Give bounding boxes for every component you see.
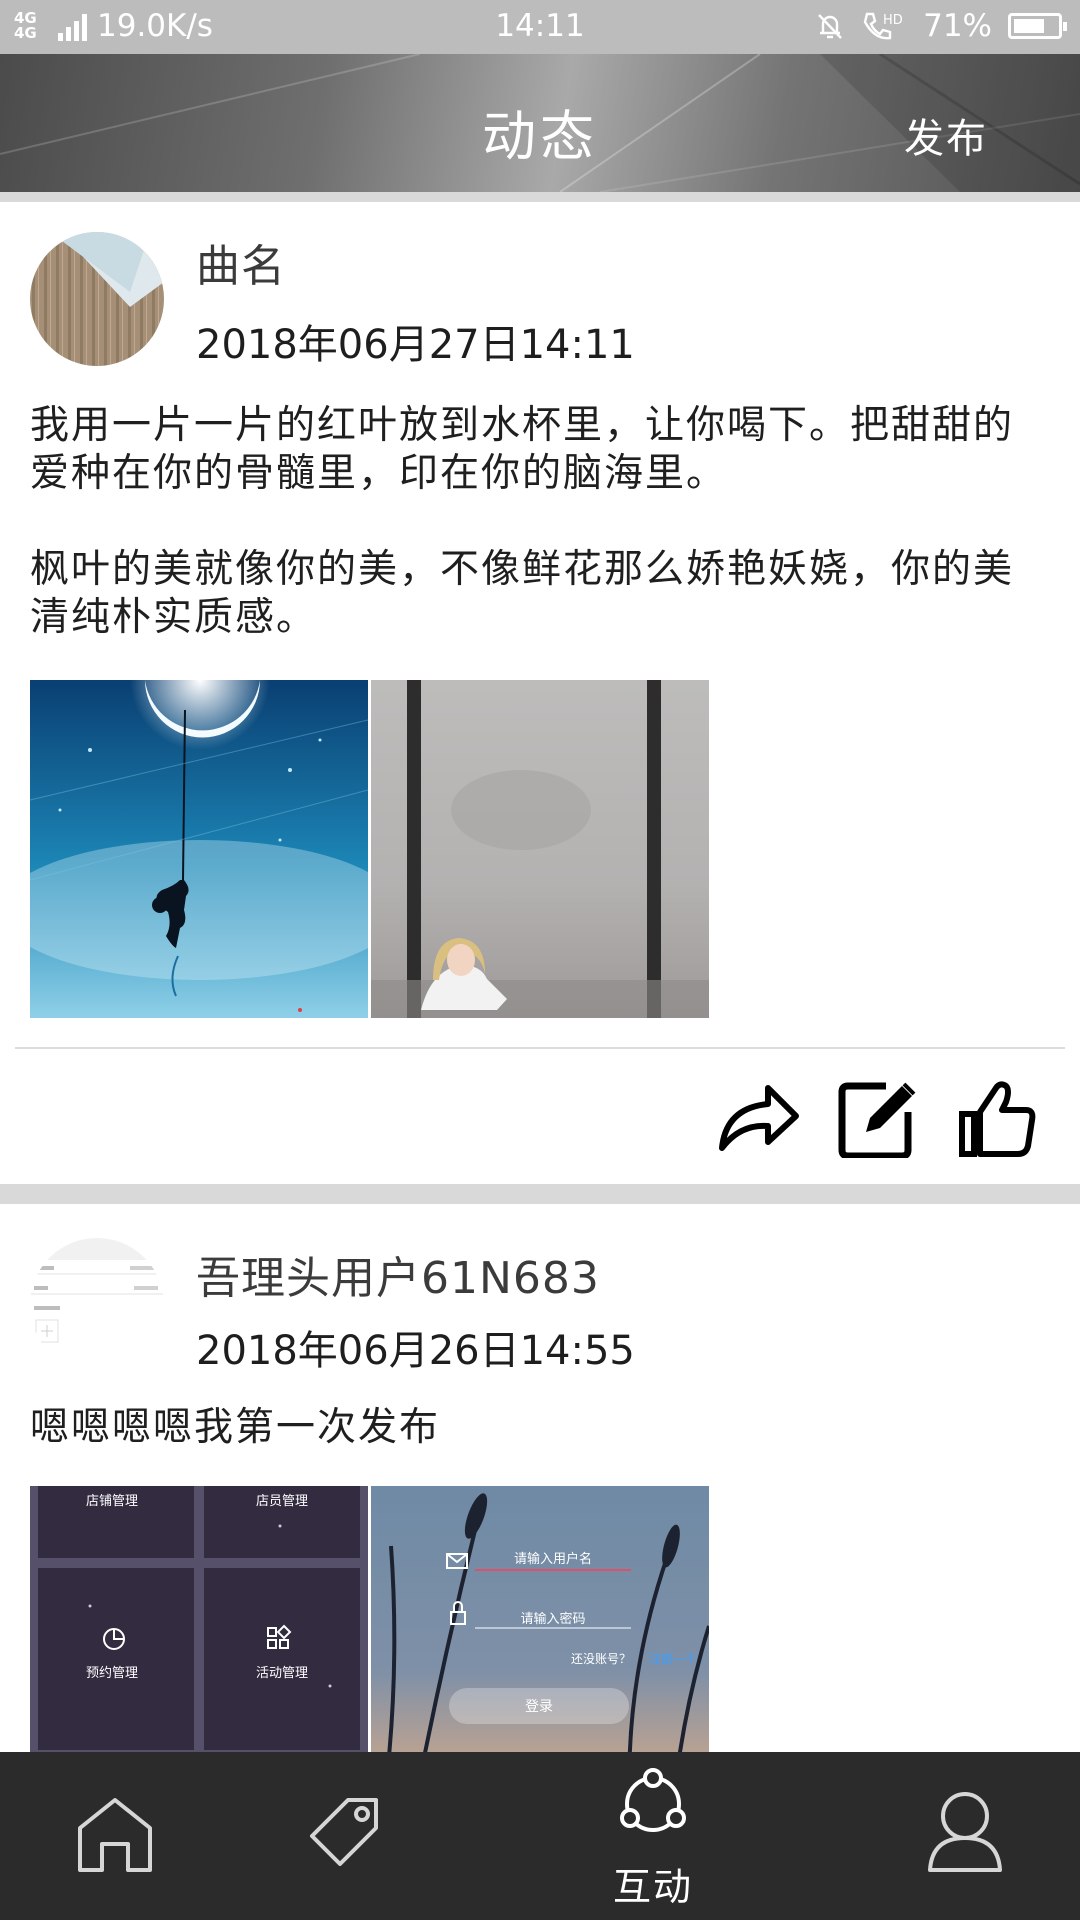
- post-paragraph: 我用一片一片的红叶放到水杯里，让你喝下。把甜甜的: [30, 403, 1015, 448]
- post-date: 2018年06月27日14:11: [196, 322, 635, 368]
- login-button-label: 登录: [525, 1699, 553, 1715]
- section-divider: [0, 192, 1080, 202]
- login-no-account: 还没账号？: [571, 1652, 632, 1666]
- post-divider: [15, 1047, 1065, 1049]
- post-paragraph: 清纯朴实质感。: [30, 595, 318, 640]
- tab-interaction[interactable]: 互动: [578, 1752, 728, 1920]
- share-icon: [719, 1085, 799, 1151]
- dashboard-tile-label: 预约管理: [85, 1666, 138, 1681]
- battery-fill: [1014, 19, 1044, 33]
- battery-icon: [1008, 13, 1067, 39]
- section-divider: [0, 1184, 1080, 1204]
- hd-call-icon: HD: [863, 12, 903, 40]
- post-text: 嗯嗯嗯嗯我第一次发布: [30, 1404, 1050, 1452]
- post-date: 2018年06月26日14:55: [196, 1328, 635, 1374]
- bottom-nav: 互动: [0, 1752, 1080, 1920]
- bell-muted-icon: [818, 14, 842, 39]
- tab-home[interactable]: [40, 1752, 190, 1920]
- status-bar: 4G 4G 19.0K/s 14:11 HD 71%: [0, 0, 1080, 54]
- avatar[interactable]: [30, 232, 164, 366]
- login-username-placeholder: 请输入用户名: [513, 1552, 592, 1567]
- user-icon: [928, 1792, 1002, 1872]
- app-screen: 4G 4G 19.0K/s 14:11 HD 71% 动态 发布 曲名 2018…: [0, 0, 1080, 1920]
- dashboard-tile-label: 活动管理: [255, 1666, 308, 1681]
- post-card: 曲名 2018年06月27日14:11 我用一片一片的红叶放到水杯里，让你喝下。…: [0, 202, 1080, 1184]
- post-text: 我用一片一片的红叶放到水杯里，让你喝下。把甜甜的 爱种在你的骨髓里，印在你的脑海…: [30, 402, 1050, 642]
- post-author[interactable]: 曲名: [196, 230, 286, 294]
- post-photo-moon-swing[interactable]: [30, 680, 368, 1018]
- post-paragraph: [30, 498, 1050, 546]
- post-card: 吾理头用户61N683 2018年06月26日14:55 嗯嗯嗯嗯我第一次发布: [0, 1204, 1080, 1752]
- post-paragraph: 爱种在你的骨髓里，印在你的脑海里。: [30, 451, 728, 496]
- home-icon: [78, 1798, 152, 1872]
- login-register-link: 注册一个: [649, 1652, 698, 1666]
- share-button[interactable]: [716, 1080, 800, 1158]
- post-author[interactable]: 吾理头用户61N683: [196, 1242, 600, 1306]
- edit-icon: [838, 1082, 916, 1160]
- like-icon: [959, 1081, 1036, 1157]
- tab-tags[interactable]: [270, 1752, 420, 1920]
- post-photo-girl-window[interactable]: [371, 680, 709, 1018]
- login-password-placeholder: 请输入密码: [520, 1612, 586, 1627]
- publish-button[interactable]: 发布: [904, 106, 988, 164]
- tab-label-interaction: 互动: [612, 1865, 693, 1909]
- post-paragraph: 枫叶的美就像你的美，不像鲜花那么娇艳妖娆，你的美: [30, 547, 1015, 592]
- hd-label: HD: [883, 13, 903, 28]
- avatar-image: [30, 232, 164, 366]
- dashboard-grid: [30, 1486, 368, 1752]
- dashboard-tile-label: 店铺管理: [85, 1494, 138, 1509]
- avatar[interactable]: [30, 1238, 164, 1372]
- avatar-image: [30, 1238, 164, 1372]
- post-paragraph: 嗯嗯嗯嗯我第一次发布: [30, 1405, 441, 1450]
- post-photo-store-dashboard[interactable]: 店铺管理 店员管理 预约管理 活动管理: [30, 1486, 368, 1752]
- battery-percent: 71%: [923, 8, 992, 44]
- dashboard-tile-label: 店员管理: [255, 1494, 308, 1509]
- top-header: 动态 发布: [0, 54, 1080, 192]
- post-photo-login-screen[interactable]: 请输入用户名 请输入密码 还没账号？ 注册一个 登录: [371, 1486, 709, 1752]
- tag-icon: [310, 1798, 378, 1866]
- like-button[interactable]: [956, 1080, 1040, 1158]
- tab-profile[interactable]: [890, 1752, 1040, 1920]
- comment-button[interactable]: [836, 1080, 920, 1160]
- status-right: HD 71%: [815, 8, 1067, 44]
